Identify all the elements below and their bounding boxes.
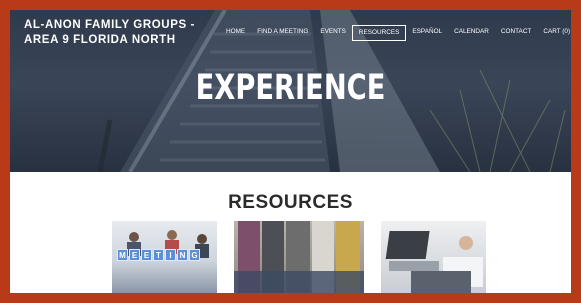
letter-block: T [153,249,164,261]
letter-block: M [117,249,128,261]
laptop-image[interactable] [381,221,486,293]
nav-events[interactable]: EVENTS [314,25,352,41]
site-title-line2: AREA 9 FLORIDA NORTH [24,34,176,46]
page-frame: AL-ANON FAMILY GROUPS - AREA 9 FLORIDA N… [10,10,571,293]
letter-block: G [189,249,200,261]
site-title[interactable]: AL-ANON FAMILY GROUPS - AREA 9 FLORIDA N… [24,18,195,48]
laptop-graphic [385,231,483,293]
letter-block: N [177,249,188,261]
section-title: RESOURCES [228,192,353,213]
group-people-graphic [234,221,364,293]
nav-espanol[interactable]: ESPAÑOL [406,25,448,41]
nav-find-a-meeting[interactable]: FIND A MEETING [251,25,314,41]
nav-contact[interactable]: CONTACT [495,25,537,41]
group-image[interactable] [234,221,364,293]
nav-resources[interactable]: RESOURCES [351,25,407,41]
hero-banner: AL-ANON FAMILY GROUPS - AREA 9 FLORIDA N… [10,10,571,172]
hero-heading: EXPERIENCE [195,68,386,108]
site-title-line1: AL-ANON FAMILY GROUPS - [24,19,195,31]
nav-cart[interactable]: CART (0) [537,25,571,41]
letter-block: I [165,249,176,261]
letter-block: E [129,249,140,261]
nav-calendar[interactable]: CALENDAR [448,25,495,41]
nav-home[interactable]: HOME [220,25,251,41]
main-nav: HOME FIND A MEETING EVENTS RESOURCES ESP… [220,25,571,41]
letter-block: E [141,249,152,261]
meeting-letter-blocks: M E E T I N G [117,249,200,261]
meeting-image[interactable]: M E E T I N G [112,221,217,293]
